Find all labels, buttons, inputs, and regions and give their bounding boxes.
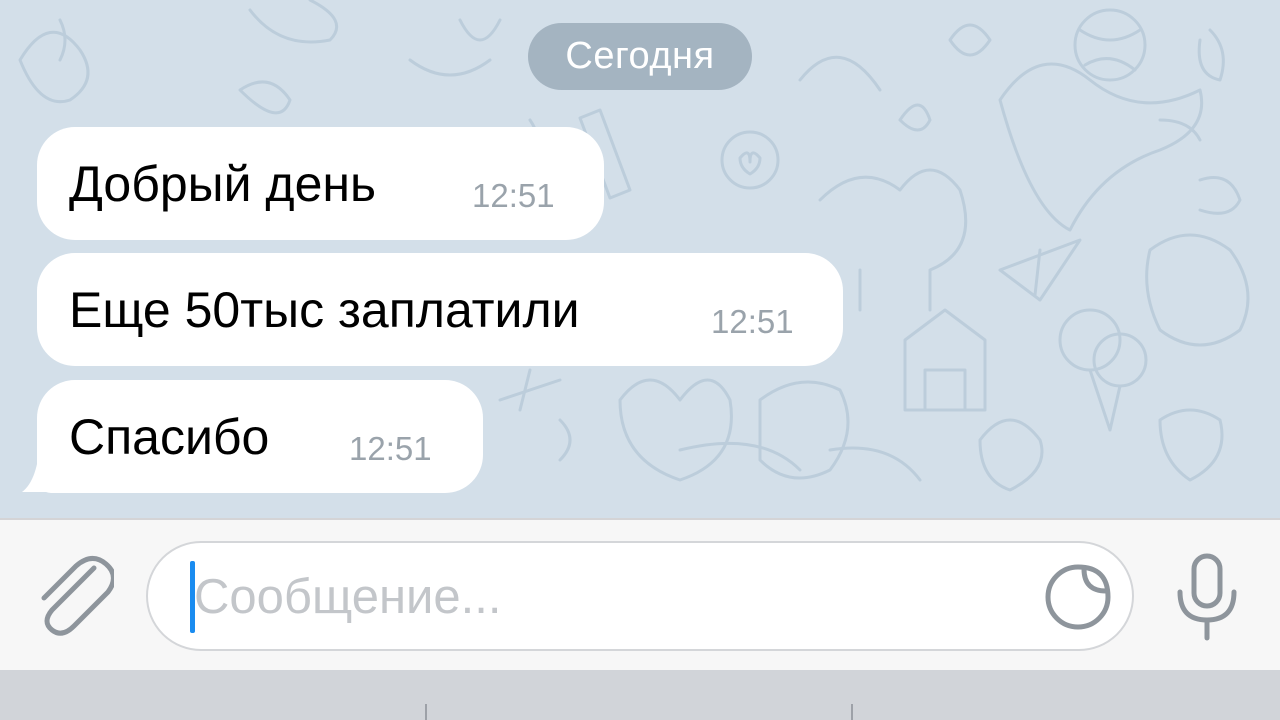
microphone-icon[interactable] [1172,552,1242,642]
paperclip-icon[interactable] [30,552,114,638]
sticker-icon[interactable] [1044,563,1112,631]
message-bubble[interactable]: Добрый день 12:51 [37,127,604,240]
message-time: 12:51 [349,430,432,467]
message-input-placeholder: Сообщение... [194,570,502,624]
message-bubble[interactable]: Спасибо 12:51 [37,380,483,493]
message-bubble[interactable]: Еще 50тыс заплатили 12:51 [37,253,843,366]
date-separator: Сегодня [528,23,752,90]
keyboard-suggestion-bar [0,670,1280,720]
message-composer: Сообщение... [0,518,1280,670]
message-text: Добрый день [69,156,377,212]
message-time: 12:51 [711,303,794,340]
chat-area[interactable]: Сегодня Добрый день 12:51 Еще 50тыс запл… [0,0,1280,518]
message-input[interactable]: Сообщение... [146,541,1134,651]
message-text: Спасибо [69,409,270,465]
suggestion-divider [851,704,853,720]
message-text: Еще 50тыс заплатили [69,282,580,338]
suggestion-divider [425,704,427,720]
message-time: 12:51 [472,177,555,214]
